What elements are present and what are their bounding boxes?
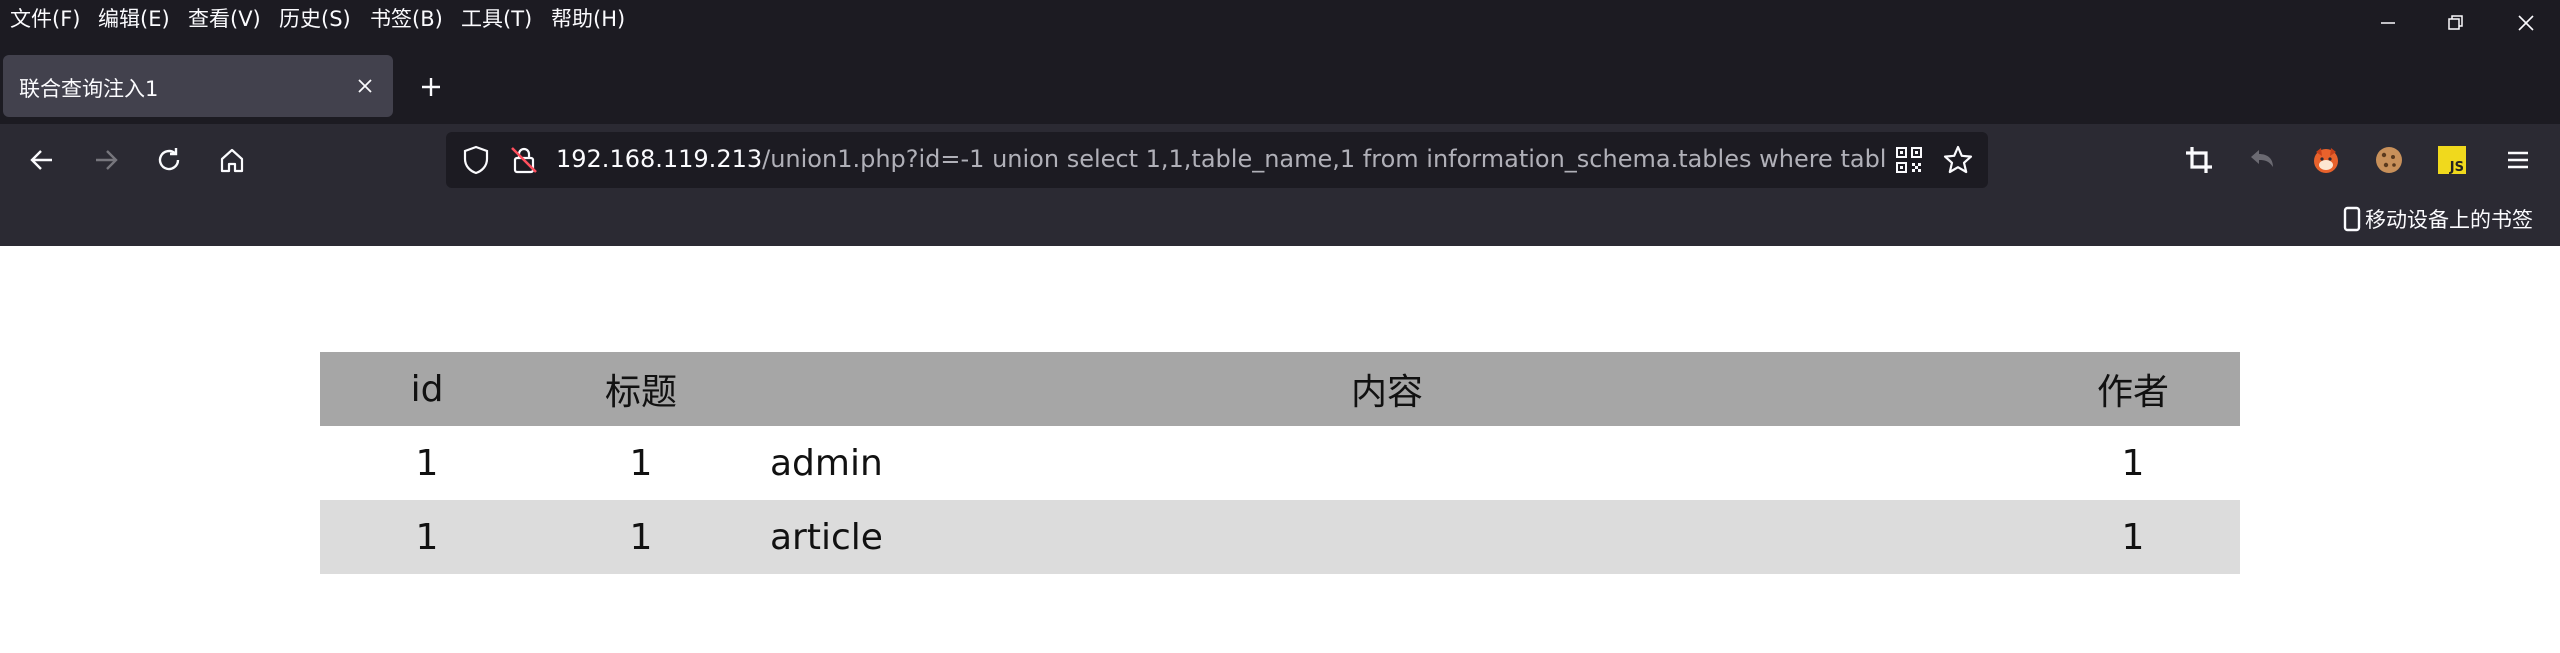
cell-content: admin [770,442,883,484]
tab-close-icon [358,79,372,93]
qr-code-button[interactable] [1894,145,1924,175]
extension-fox-button[interactable] [2303,137,2349,183]
url-path: /union1.php?id=-1 union select 1,1,table… [762,145,1886,173]
new-tab-button[interactable] [410,66,452,108]
mobile-bookmarks-label: 移动设备上的书签 [2365,208,2533,232]
bookmark-star-icon [1943,145,1973,174]
extension-fox-icon [2314,148,2338,173]
window-close-button[interactable] [2500,4,2552,42]
url-text[interactable]: 192.168.119.213/union1.php?id=-1 union s… [556,145,1886,173]
cell-title: 1 [629,442,653,484]
back-button[interactable] [19,137,65,183]
address-bar[interactable]: 192.168.119.213/union1.php?id=-1 union s… [446,132,1988,188]
cell-title: 1 [534,500,748,574]
close-icon [2518,15,2534,31]
insecure-lock-icon [511,147,537,174]
tracking-protection-button[interactable] [460,144,492,176]
url-host: 192.168.119.213 [556,145,763,173]
table-header-row: id 标题 内容 作者 [320,352,2240,426]
tab-title: 联合查询注入1 [19,77,159,101]
js-icon: JS [2438,146,2466,175]
tab-close-button[interactable] [349,70,381,102]
table-row: 1 1 article 1 [320,500,2240,574]
header-author: 作者 [2026,352,2240,426]
reload-icon [158,148,180,171]
cell-id: 1 [320,500,534,574]
home-icon [220,148,244,173]
page-content: id 标题 内容 作者 1 1 admin 1 1 1 article 1 [0,246,2560,653]
table-row: 1 1 admin 1 [320,426,2240,500]
results-table: id 标题 内容 作者 1 1 admin 1 1 1 article 1 [320,352,2240,574]
menu-edit[interactable]: 编辑(E) [98,3,170,33]
mobile-bookmarks-folder[interactable]: 移动设备上的书签 [2343,204,2533,234]
restore-button[interactable] [2430,4,2482,42]
active-tab[interactable]: 联合查询注入1 [3,55,393,117]
menu-history[interactable]: 历史(S) [279,3,351,33]
hamburger-menu-icon [2508,151,2528,169]
minimize-button[interactable] [2362,4,2414,42]
cell-id: 1 [415,442,439,484]
cookie-icon [2376,147,2402,173]
new-tab-icon [422,78,440,96]
crop-icon [2186,147,2212,173]
undo-button[interactable] [2239,137,2285,183]
qr-code-icon [1896,147,1922,173]
menu-file[interactable]: 文件(F) [10,3,80,33]
menu-view[interactable]: 查看(V) [188,3,261,33]
bookmark-page-button[interactable] [1942,144,1974,176]
app-menu-button[interactable] [2495,137,2541,183]
menu-help[interactable]: 帮助(H) [551,3,625,33]
menu-bar: 文件(F) 编辑(E) 查看(V) 历史(S) 书签(B) 工具(T) 帮助(H… [0,0,2560,36]
header-title: 标题 [534,352,748,426]
cell-author: 1 [2026,500,2240,574]
minimize-icon [2381,22,2395,24]
forward-button[interactable] [83,137,129,183]
navigation-toolbar: 192.168.119.213/union1.php?id=-1 union s… [0,124,2560,246]
cell-content: article [748,500,2026,574]
back-icon [30,150,52,170]
cookie-extension-button[interactable] [2366,137,2412,183]
restore-icon [2448,15,2463,30]
shield-icon [463,145,489,175]
header-content: 内容 [748,352,2026,426]
browser-chrome: 文件(F) 编辑(E) 查看(V) 历史(S) 书签(B) 工具(T) 帮助(H… [0,0,2560,246]
menu-tools[interactable]: 工具(T) [461,3,532,33]
menu-bookmarks[interactable]: 书签(B) [370,3,443,33]
forward-icon [96,150,118,170]
home-button[interactable] [209,137,255,183]
screenshot-crop-button[interactable] [2176,137,2222,183]
js-extension-button[interactable]: JS [2429,137,2475,183]
reload-button[interactable] [146,137,192,183]
mobile-device-icon [2343,206,2361,232]
connection-security-button[interactable] [508,144,540,176]
cell-author: 1 [2121,442,2145,484]
header-id: id [320,352,534,426]
svg-text:JS: JS [2449,160,2464,175]
undo-icon [2251,150,2273,167]
